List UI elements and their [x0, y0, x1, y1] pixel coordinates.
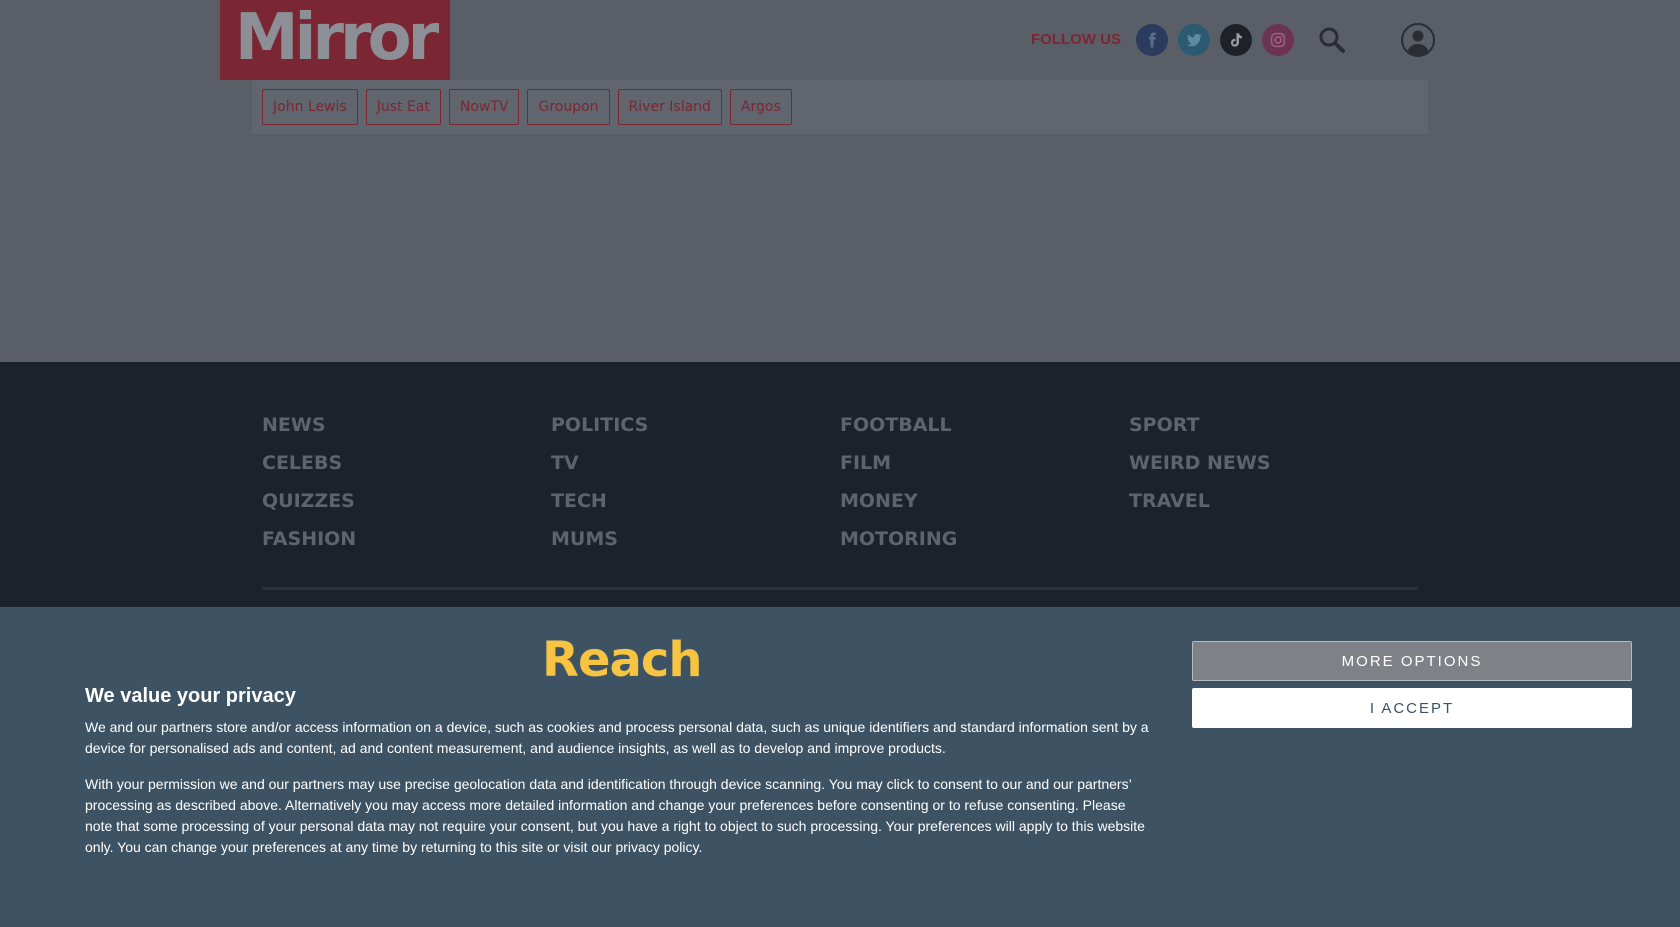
- tiktok-link[interactable]: [1220, 24, 1252, 56]
- more-options-button[interactable]: MORE OPTIONS: [1192, 641, 1632, 681]
- footer-link-motoring[interactable]: MOTORING: [840, 528, 1129, 566]
- search-icon: [1319, 27, 1345, 53]
- merchant-link-river-island[interactable]: River Island: [617, 89, 722, 125]
- merchant-link-just-eat[interactable]: Just Eat: [365, 89, 441, 125]
- footer-link-fashion[interactable]: FASHION: [262, 528, 551, 566]
- follow-us-label: FOLLOW US: [1031, 31, 1121, 48]
- footer-link-tech[interactable]: TECH: [551, 490, 840, 528]
- merchant-link-nowtv[interactable]: NowTV: [448, 89, 520, 125]
- footer-link-mums[interactable]: MUMS: [551, 528, 840, 566]
- consent-title: We value your privacy: [85, 685, 296, 707]
- mirror-logo[interactable]: Mirror: [220, 0, 450, 80]
- footer-link-quizzes[interactable]: QUIZZES: [262, 490, 551, 528]
- facebook-link[interactable]: [1136, 24, 1168, 56]
- footer-link-celebs[interactable]: CELEBS: [262, 452, 551, 490]
- footer-link-money[interactable]: MONEY: [840, 490, 1129, 528]
- footer-divider: [262, 587, 1418, 590]
- instagram-icon: [1270, 32, 1286, 48]
- account-button[interactable]: [1401, 23, 1435, 57]
- merchant-link-argos[interactable]: Argos: [729, 89, 792, 125]
- user-icon: [1407, 30, 1429, 55]
- footer-navigation: NEWS POLITICS FOOTBALL SPORT CELEBS TV F…: [0, 362, 1680, 607]
- footer-link-news[interactable]: NEWS: [262, 414, 551, 452]
- logo-text: Mirror: [234, 1, 439, 75]
- site-header: Mirror FOLLOW US: [0, 0, 1680, 80]
- footer-link-tv[interactable]: TV: [551, 452, 840, 490]
- footer-link-film[interactable]: FILM: [840, 452, 1129, 490]
- footer-nav-grid: NEWS POLITICS FOOTBALL SPORT CELEBS TV F…: [262, 414, 1418, 566]
- merchant-link-groupon[interactable]: Groupon: [527, 89, 610, 125]
- footer-link-sport[interactable]: SPORT: [1129, 414, 1418, 452]
- footer-link-weird-news[interactable]: WEIRD NEWS: [1129, 452, 1418, 490]
- merchant-link-john-lewis[interactable]: John Lewis: [262, 89, 358, 125]
- facebook-icon: [1149, 32, 1156, 48]
- footer-link-travel[interactable]: TRAVEL: [1129, 490, 1418, 528]
- tiktok-icon: [1230, 33, 1242, 47]
- instagram-link[interactable]: [1262, 24, 1294, 56]
- consent-paragraph-2: With your permission we and our partners…: [85, 776, 1145, 855]
- footer-link-football[interactable]: FOOTBALL: [840, 414, 1129, 452]
- footer-link-politics[interactable]: POLITICS: [551, 414, 840, 452]
- privacy-consent-banner: Reach We value your privacy We and our p…: [0, 607, 1680, 927]
- accept-button[interactable]: I ACCEPT: [1192, 688, 1632, 728]
- merchant-links-bar: John Lewis Just Eat NowTV Groupon River …: [252, 80, 1428, 134]
- consent-paragraph-1: We and our partners store and/or access …: [85, 719, 1149, 756]
- reach-logo: Reach: [542, 632, 703, 688]
- twitter-link[interactable]: [1178, 24, 1210, 56]
- twitter-icon: [1186, 33, 1202, 47]
- search-button[interactable]: [1316, 24, 1348, 56]
